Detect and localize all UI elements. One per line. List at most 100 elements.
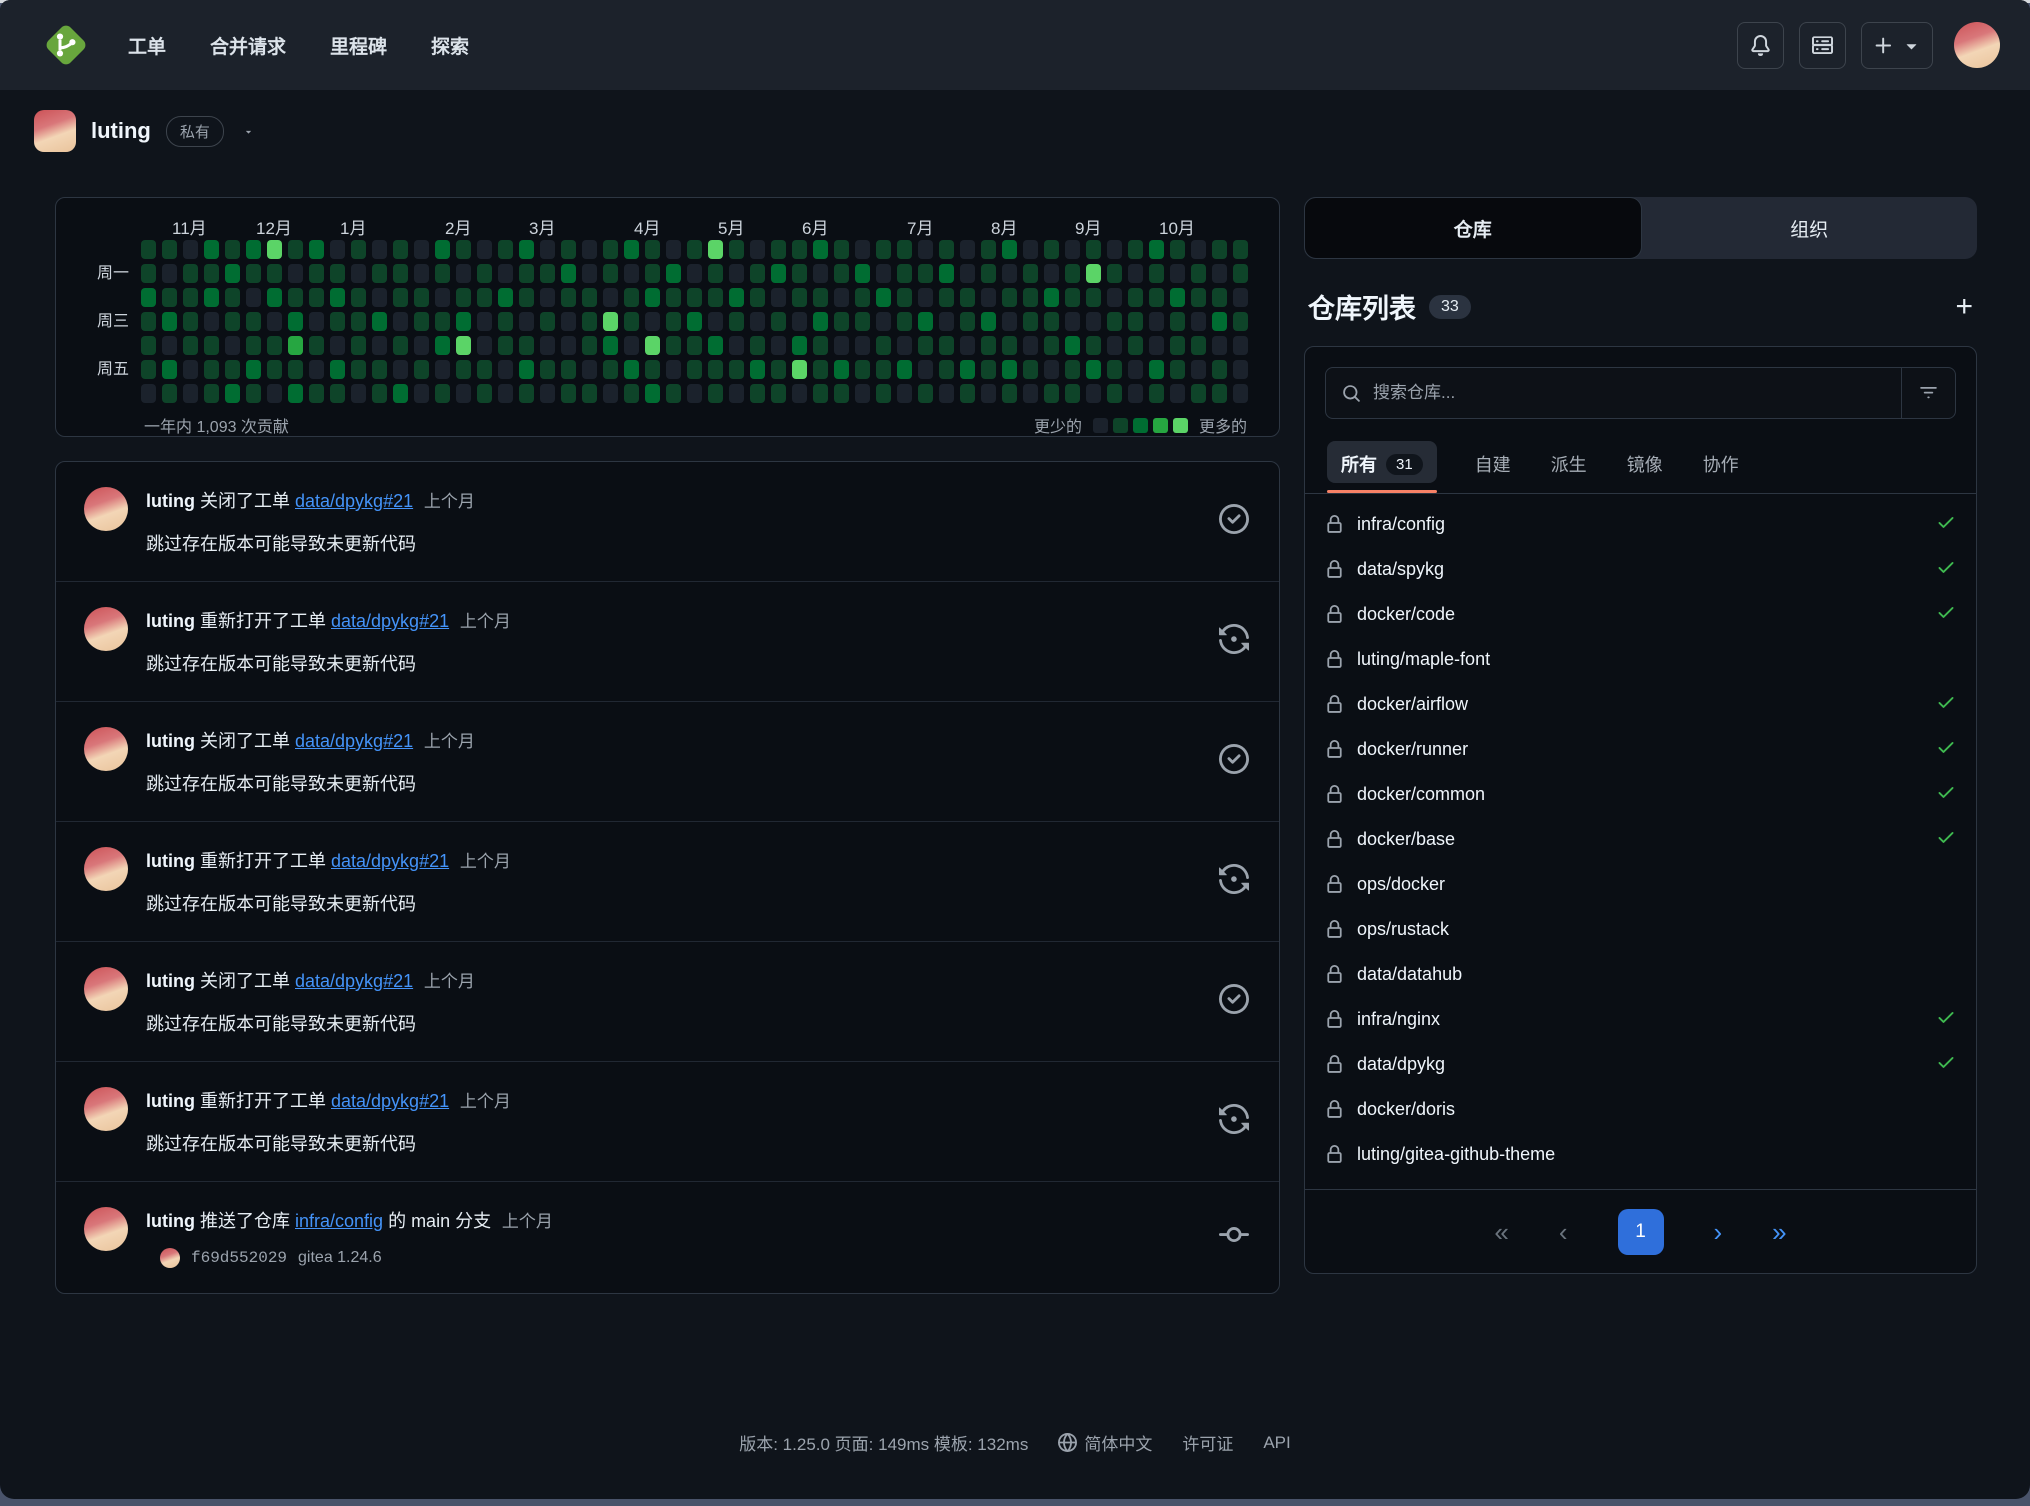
repo-filter-所有[interactable]: 所有31 <box>1327 441 1437 493</box>
nav-item-issues[interactable]: 工单 <box>128 32 166 59</box>
feed-target-link[interactable]: data/dpykg#21 <box>295 971 413 991</box>
repo-name[interactable]: data/spykg <box>1357 559 1444 580</box>
repo-name[interactable]: docker/airflow <box>1357 694 1468 715</box>
feed-target-link[interactable]: data/dpykg#21 <box>295 731 413 751</box>
pagination-current-page[interactable]: 1 <box>1618 1209 1664 1255</box>
admin-panel-button[interactable] <box>1799 22 1846 69</box>
language-selector[interactable]: 简体中文 <box>1058 1430 1152 1455</box>
feed-actor-name[interactable]: luting <box>146 1211 195 1231</box>
repo-name[interactable]: data/dpykg <box>1357 1054 1445 1075</box>
feed-target-link[interactable]: infra/config <box>295 1211 383 1231</box>
tab-repositories[interactable]: 仓库 <box>1304 197 1642 259</box>
pagination-prev[interactable]: ‹ <box>1559 1219 1568 1245</box>
activity-feed: luting 关闭了工单 data/dpykg#21 上个月跳过存在版本可能导致… <box>55 461 1280 1294</box>
repo-filter-协作[interactable]: 协作 <box>1701 441 1741 493</box>
pagination-next[interactable]: › <box>1714 1219 1723 1245</box>
heatmap-month-label: 3月 <box>529 214 555 239</box>
repo-name[interactable]: ops/rustack <box>1357 919 1449 940</box>
repo-row[interactable]: docker/base <box>1325 817 1956 862</box>
license-link[interactable]: 许可证 <box>1182 1430 1233 1455</box>
feed-target-link[interactable]: data/dpykg#21 <box>331 851 449 871</box>
repo-row[interactable]: docker/airflow <box>1325 682 1956 727</box>
tab-organizations[interactable]: 组织 <box>1642 197 1978 259</box>
heatmap-cell <box>183 288 198 307</box>
repo-name[interactable]: luting/gitea-github-theme <box>1357 1144 1555 1165</box>
nav-item-milestones[interactable]: 里程碑 <box>330 32 387 59</box>
repo-name[interactable]: infra/config <box>1357 514 1445 535</box>
feed-actor-avatar[interactable] <box>84 847 128 891</box>
repo-row[interactable]: luting/maple-font <box>1325 637 1956 682</box>
heatmap-cell <box>372 384 387 403</box>
repo-name[interactable]: luting/maple-font <box>1357 649 1490 670</box>
feed-actor-avatar[interactable] <box>84 1087 128 1131</box>
repo-row[interactable]: docker/code <box>1325 592 1956 637</box>
feed-actor-name[interactable]: luting <box>146 1091 195 1111</box>
feed-actor-avatar[interactable] <box>84 487 128 531</box>
heatmap-cell <box>771 336 786 355</box>
feed-actor-name[interactable]: luting <box>146 971 195 991</box>
heatmap-cell <box>1023 240 1038 259</box>
repo-row[interactable]: docker/doris <box>1325 1087 1956 1132</box>
create-new-button[interactable] <box>1861 22 1933 69</box>
repo-filter-button[interactable] <box>1901 368 1955 418</box>
heatmap-cell <box>1128 288 1143 307</box>
feed-target-link[interactable]: data/dpykg#21 <box>331 1091 449 1111</box>
repo-filter-自建[interactable]: 自建 <box>1473 441 1513 493</box>
repo-name[interactable]: docker/code <box>1357 604 1455 625</box>
repo-row[interactable]: infra/config <box>1325 502 1956 547</box>
heatmap-cell <box>624 384 639 403</box>
heatmap-cell <box>414 264 429 283</box>
repo-row[interactable]: infra/nginx <box>1325 997 1956 1042</box>
repo-name[interactable]: docker/runner <box>1357 739 1468 760</box>
feed-item-title: luting 关闭了工单 data/dpykg#21 上个月 <box>146 727 1201 753</box>
repo-search-input[interactable] <box>1361 383 1901 403</box>
add-repo-button[interactable]: + <box>1955 292 1973 322</box>
heatmap-cell <box>204 384 219 403</box>
repo-name[interactable]: data/datahub <box>1357 964 1462 985</box>
pagination-last[interactable]: » <box>1772 1219 1786 1245</box>
feed-actor-name[interactable]: luting <box>146 731 195 751</box>
feed-actor-avatar[interactable] <box>84 1207 128 1251</box>
heatmap-cell <box>1023 384 1038 403</box>
feed-actor-avatar[interactable] <box>84 967 128 1011</box>
pagination-first[interactable]: « <box>1494 1219 1508 1245</box>
profile-avatar[interactable] <box>34 110 76 152</box>
feed-actor-name[interactable]: luting <box>146 491 195 511</box>
profile-dropdown-icon[interactable] <box>243 126 254 137</box>
nav-item-explore[interactable]: 探索 <box>431 32 469 59</box>
repo-name[interactable]: docker/base <box>1357 829 1455 850</box>
api-link[interactable]: API <box>1263 1433 1290 1453</box>
gitea-logo[interactable] <box>42 21 90 69</box>
heatmap-cell <box>1065 240 1080 259</box>
contribution-heatmap: 11月12月1月2月3月4月5月6月7月8月9月10月 周一周三周五 一年内 1… <box>55 197 1280 437</box>
feed-actor-avatar[interactable] <box>84 727 128 771</box>
feed-actor-name[interactable]: luting <box>146 851 195 871</box>
repo-name[interactable]: ops/docker <box>1357 874 1445 895</box>
repo-row[interactable]: ops/docker <box>1325 862 1956 907</box>
repo-row[interactable]: data/dpykg <box>1325 1042 1956 1087</box>
repo-row[interactable]: data/spykg <box>1325 547 1956 592</box>
repo-name[interactable]: docker/common <box>1357 784 1485 805</box>
feed-target-link[interactable]: data/dpykg#21 <box>331 611 449 631</box>
repo-filter-派生[interactable]: 派生 <box>1549 441 1589 493</box>
notifications-button[interactable] <box>1737 22 1784 69</box>
heatmap-cell <box>1086 360 1101 379</box>
repo-filter-镜像[interactable]: 镜像 <box>1625 441 1665 493</box>
feed-actor-name[interactable]: luting <box>146 611 195 631</box>
repo-row[interactable]: luting/gitea-github-theme <box>1325 1132 1956 1177</box>
nav-item-merge-requests[interactable]: 合并请求 <box>210 32 286 59</box>
user-avatar[interactable] <box>1954 22 2000 68</box>
legend-swatch <box>1133 418 1148 433</box>
repo-row[interactable]: docker/runner <box>1325 727 1956 772</box>
repo-row[interactable]: docker/common <box>1325 772 1956 817</box>
heatmap-cell <box>309 360 324 379</box>
feed-actor-avatar[interactable] <box>84 607 128 651</box>
heatmap-cell <box>960 288 975 307</box>
heatmap-cell <box>246 360 261 379</box>
repo-row[interactable]: ops/rustack <box>1325 907 1956 952</box>
repo-row[interactable]: data/datahub <box>1325 952 1956 997</box>
repo-name[interactable]: infra/nginx <box>1357 1009 1440 1030</box>
commit-sha[interactable]: f69d552029 <box>191 1249 287 1267</box>
repo-name[interactable]: docker/doris <box>1357 1099 1455 1120</box>
feed-target-link[interactable]: data/dpykg#21 <box>295 491 413 511</box>
